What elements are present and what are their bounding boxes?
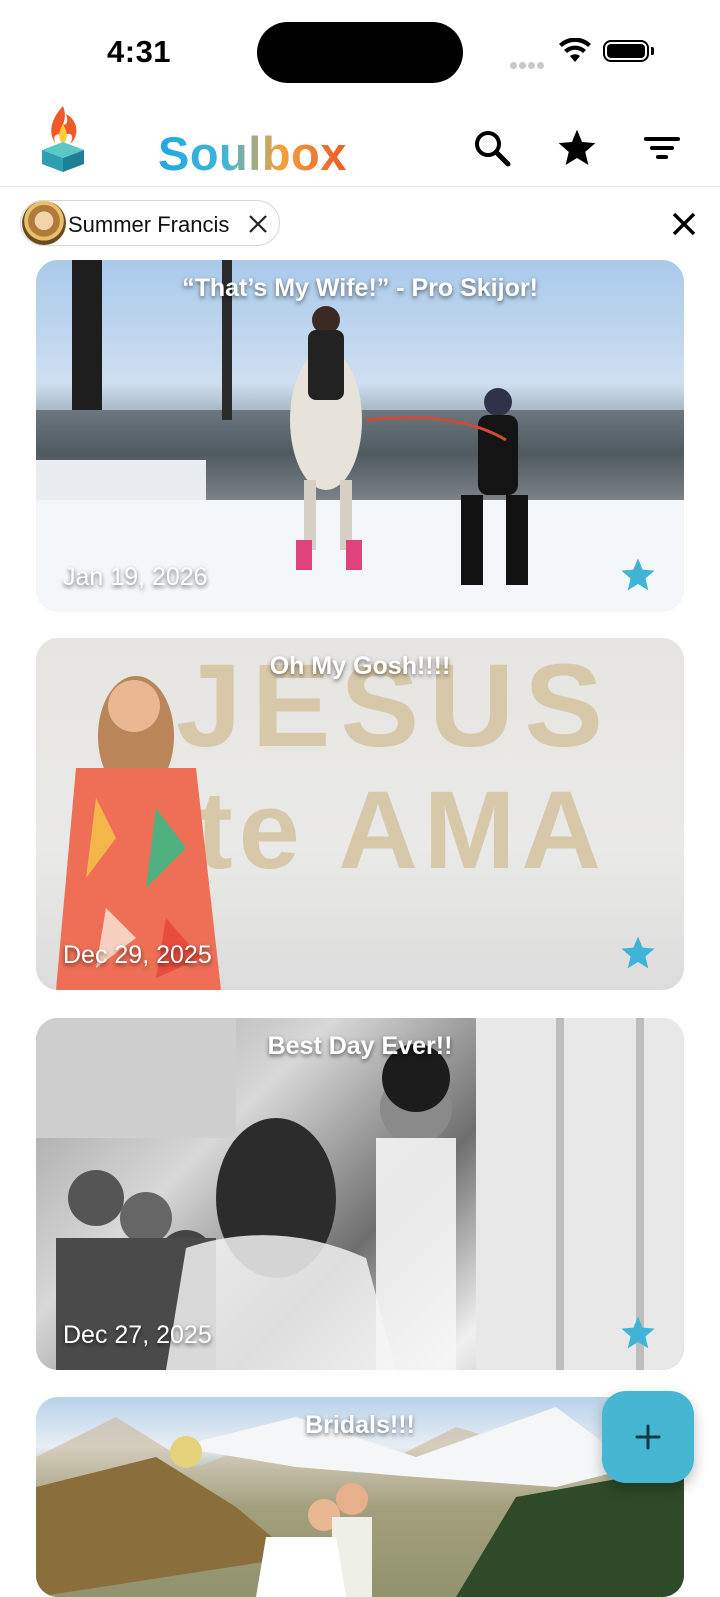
dynamic-island <box>257 22 463 83</box>
memory-card[interactable]: Bridals!!! <box>36 1397 684 1597</box>
memory-title: Bridals!!! <box>305 1411 415 1439</box>
star-icon <box>558 129 596 165</box>
favorite-star-icon[interactable] <box>619 1314 657 1352</box>
person-avatar <box>22 201 66 245</box>
memory-title: Best Day Ever!! <box>267 1032 453 1060</box>
filter-button[interactable] <box>640 126 684 170</box>
person-filter-label: Summer Francis <box>68 212 230 237</box>
wall-letters-te-ama: te AMA <box>196 769 607 892</box>
app-brand-title: Soulbox <box>158 127 347 180</box>
search-icon <box>475 131 511 167</box>
memory-photo <box>36 260 684 612</box>
memory-photo <box>36 1018 684 1370</box>
memory-photo: JESUS te AMA <box>56 640 607 990</box>
status-bar: 4:31 <box>0 0 720 100</box>
add-memory-button[interactable] <box>602 1391 694 1483</box>
favorite-star-icon[interactable] <box>619 934 657 972</box>
clear-filters-close-icon[interactable] <box>670 210 698 238</box>
person-filter-chip[interactable]: Summer Francis <box>20 200 280 246</box>
memory-card[interactable]: “That’s My Wife!” - Pro Skijor! Jan 19, … <box>36 260 684 612</box>
memory-title: “That’s My Wife!” - Pro Skijor! <box>182 274 538 302</box>
soulbox-logo-icon <box>42 106 84 172</box>
memory-date: Dec 29, 2025 <box>63 941 212 969</box>
memory-title: Oh My Gosh!!!! <box>269 652 451 680</box>
status-time: 4:31 <box>107 34 172 69</box>
favorites-button[interactable] <box>555 126 599 170</box>
app-header: Soulbox <box>0 100 720 187</box>
memory-date: Jan 19, 2026 <box>63 563 208 591</box>
cellular-signal-icon <box>510 56 546 74</box>
memory-date: Dec 27, 2025 <box>63 1321 212 1349</box>
plus-icon <box>635 1424 661 1450</box>
memory-card[interactable]: JESUS te AMA Oh My Gosh!!!! Dec 29, 2025 <box>36 638 684 990</box>
memory-card[interactable]: Best Day Ever!! Dec 27, 2025 <box>36 1018 684 1370</box>
favorite-star-icon[interactable] <box>619 556 657 594</box>
wifi-icon <box>559 38 591 62</box>
remove-filter-close-icon[interactable] <box>247 213 269 235</box>
filter-icon <box>644 137 680 159</box>
battery-icon <box>603 40 649 62</box>
search-button[interactable] <box>470 126 514 170</box>
